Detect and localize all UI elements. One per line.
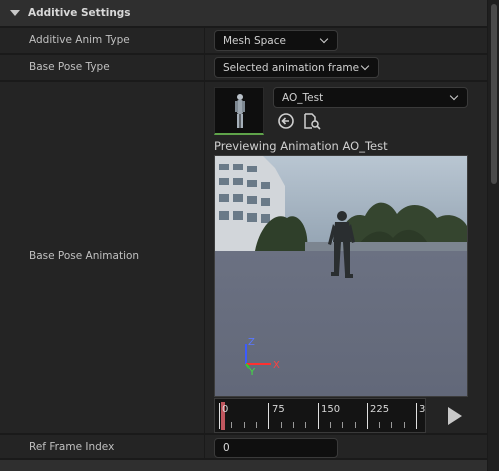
axis-y-label: Y [248,367,256,378]
timeline-major-tick [416,403,417,429]
chevron-down-icon [319,34,329,44]
row-additive-anim-type: Additive Anim Type Mesh Space [0,28,487,54]
timeline-minor-tick [256,422,257,428]
column-divider[interactable] [204,82,205,433]
timeline-minor-tick [355,422,356,428]
next-section-header[interactable] [0,460,487,471]
column-divider[interactable] [204,435,205,458]
animation-timeline-scrubber[interactable]: 0 75 150 225 3 [214,398,426,433]
timeline-minor-tick [281,422,282,428]
chevron-down-icon [360,61,370,71]
timeline-minor-tick [231,422,232,428]
timeline-minor-tick [244,422,245,428]
additive-settings-header[interactable]: Additive Settings [0,0,487,27]
preview-scene-image: Z X Y [215,156,467,396]
use-selected-asset-button[interactable] [277,112,295,130]
base-pose-animation-asset-name: AO_Test [282,91,324,104]
base-pose-type-value: Selected animation frame [223,61,360,74]
timeline-major-tick [219,403,220,429]
animation-preview-viewport[interactable]: Z X Y [214,155,468,397]
ref-frame-index-label: Ref Frame Index [29,441,115,453]
scrollbar-thumb[interactable] [491,4,497,184]
timeline-minor-tick [391,422,392,428]
additive-anim-type-dropdown[interactable]: Mesh Space [214,30,338,51]
axis-x-label: X [273,360,280,371]
caret-down-icon [10,10,20,16]
asset-thumbnail[interactable] [214,87,264,135]
timeline-minor-tick [379,422,380,428]
row-base-pose-type: Base Pose Type Selected animation frame [0,55,487,81]
timeline-minor-tick [305,422,306,428]
timeline-major-tick [367,403,368,429]
preview-caption: Previewing Animation AO_Test [214,139,388,153]
additive-anim-type-value: Mesh Space [223,34,286,47]
timeline-major-tick [268,403,269,429]
additive-anim-type-label: Additive Anim Type [29,34,130,46]
timeline-tick-label: 150 [321,404,341,415]
timeline-tick-label: 225 [370,404,390,415]
base-pose-animation-asset-picker[interactable]: AO_Test [273,87,468,108]
timeline-minor-tick [293,422,294,428]
section-title: Additive Settings [28,7,131,19]
browse-to-asset-button[interactable] [303,112,321,130]
play-icon[interactable] [448,407,462,425]
axis-z-label: Z [248,337,255,348]
timeline-major-tick [318,403,319,429]
arrow-left-circle-icon [278,113,294,129]
timeline-minor-tick [342,422,343,428]
vertical-scrollbar[interactable] [488,0,499,471]
timeline-minor-tick [404,422,405,428]
browse-asset-icon [304,113,321,130]
column-divider[interactable] [204,28,205,53]
timeline-tick-label: 0 [222,404,229,415]
character-thumbnail-icon [235,94,245,128]
base-pose-type-dropdown[interactable]: Selected animation frame [214,57,379,78]
chevron-down-icon [449,91,459,101]
timeline-minor-tick [330,422,331,428]
column-divider[interactable] [204,55,205,80]
ref-frame-index-input[interactable]: 0 [214,438,338,458]
timeline-tick-label: 3 [419,404,426,415]
timeline-tick-label: 75 [272,404,285,415]
base-pose-type-label: Base Pose Type [29,61,110,73]
base-pose-animation-label: Base Pose Animation [29,250,140,262]
